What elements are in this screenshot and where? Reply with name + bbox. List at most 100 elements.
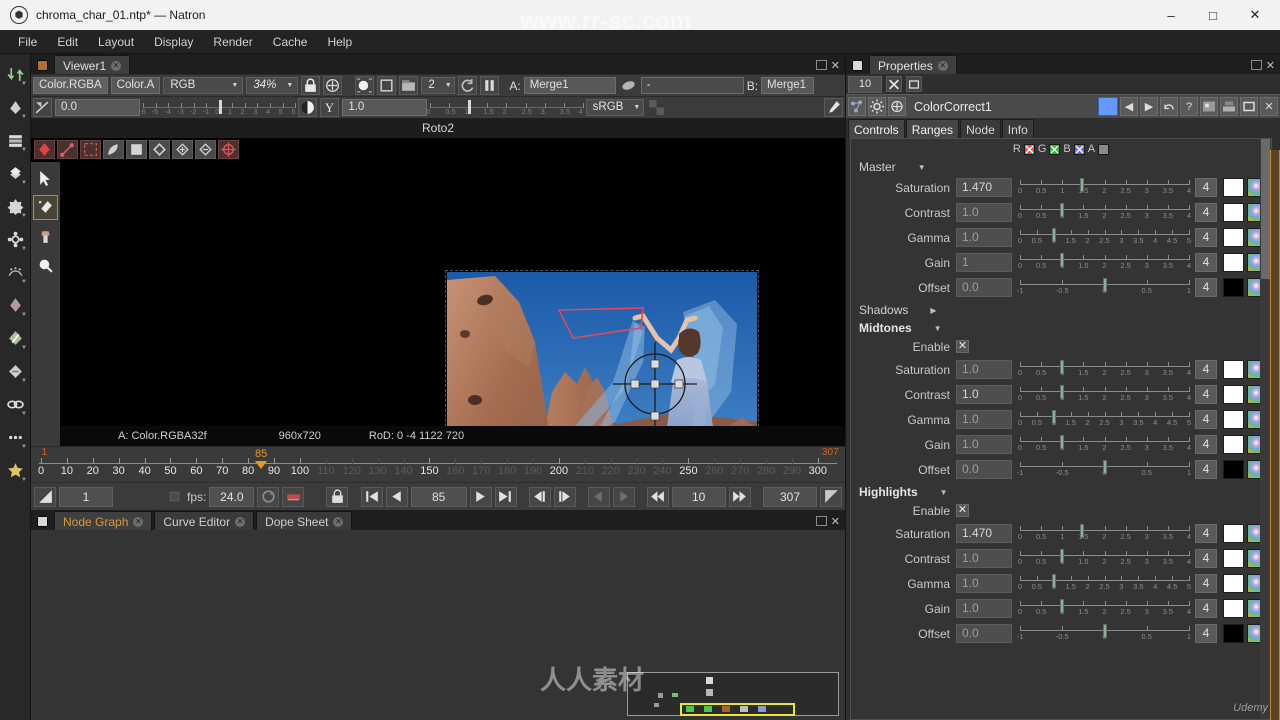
group-header-highlights[interactable]: Highlights ▼ — [851, 482, 1271, 500]
previous-frame-icon[interactable] — [385, 486, 408, 507]
next-keyframe-icon[interactable] — [612, 486, 635, 507]
param-value-field[interactable]: 1.0 — [956, 410, 1012, 429]
cusp-point-icon[interactable] — [218, 139, 239, 159]
feather-icon[interactable] — [103, 139, 124, 159]
timeline-playhead[interactable]: 85 — [255, 448, 273, 469]
roto-brush-icon[interactable] — [33, 195, 58, 220]
float-pane-icon[interactable] — [815, 60, 827, 70]
previous-frame-step-icon[interactable] — [528, 486, 551, 507]
extra-nodes-icon[interactable]: ▼ — [2, 421, 28, 453]
color-picker-icon[interactable] — [823, 98, 843, 117]
param-value-field[interactable]: 1.0 — [956, 435, 1012, 454]
param-color-swatch[interactable] — [1223, 599, 1244, 618]
rectangle-icon[interactable] — [126, 139, 147, 159]
param-slider[interactable]: 00.511.522.533.54 — [1018, 434, 1191, 456]
colorspace-selector[interactable]: sRGB ▼ — [585, 99, 644, 116]
help-icon[interactable]: ? — [1180, 97, 1198, 116]
time-nodes-icon[interactable]: ▼ — [2, 124, 28, 156]
param-slider[interactable]: 00.511.522.533.54 — [1018, 202, 1191, 224]
clone-stamp-icon[interactable] — [33, 224, 58, 249]
select-arrow-icon[interactable] — [33, 166, 58, 191]
param-value-field[interactable]: 1.0 — [956, 203, 1012, 222]
close-all-panels-icon[interactable] — [886, 76, 902, 92]
other-nodes-icon[interactable]: ▼ — [2, 388, 28, 420]
gain-slider[interactable]: -6 -5 -4 -3 -2 -1 0 1 2 3 4 5 6 — [139, 98, 297, 117]
close-icon[interactable]: ✕ — [1260, 97, 1278, 116]
param-color-swatch[interactable] — [1223, 574, 1244, 593]
menu-cache[interactable]: Cache — [263, 33, 318, 51]
param-dimensions-button[interactable]: 4 — [1195, 549, 1217, 568]
param-value-field[interactable]: 1.0 — [956, 228, 1012, 247]
pause-updates-icon[interactable] — [480, 76, 500, 95]
param-value-field[interactable]: 0.0 — [956, 460, 1012, 479]
param-color-swatch[interactable] — [1223, 549, 1244, 568]
draw-nodes-icon[interactable]: ▼ — [2, 91, 28, 123]
param-color-swatch[interactable] — [1223, 203, 1244, 222]
channel-checkbox-r[interactable] — [1023, 143, 1035, 155]
out-point-field[interactable]: 307 — [763, 486, 817, 507]
close-pane-icon[interactable]: ✕ — [831, 517, 840, 528]
tab-info[interactable]: Info — [1001, 119, 1034, 138]
bspline-tool-icon[interactable] — [57, 139, 78, 159]
extra-nodes-icon[interactable]: ▼ — [2, 454, 28, 486]
keyer-nodes-icon[interactable]: ▼ — [2, 256, 28, 288]
blur-paint-icon[interactable] — [33, 253, 58, 278]
tab-curve-editor[interactable]: Curve Editor ✕ — [154, 511, 255, 530]
param-dimensions-button[interactable]: 4 — [1195, 524, 1217, 543]
node-settings-icon[interactable] — [848, 97, 866, 116]
param-dimensions-button[interactable]: 4 — [1195, 178, 1217, 197]
zoom-selector[interactable]: 34% ▼ — [246, 77, 299, 94]
fps-field[interactable]: 24.0 — [209, 486, 255, 507]
tab-dope-sheet[interactable]: Dope Sheet ✕ — [256, 511, 353, 530]
merge-nodes-icon[interactable]: ▼ — [2, 289, 28, 321]
next-icon[interactable]: ▶ — [1140, 97, 1158, 116]
param-value-field[interactable]: 1.470 — [956, 178, 1012, 197]
param-dimensions-button[interactable]: 4 — [1195, 253, 1217, 272]
param-slider[interactable]: 00.511.522.533.54 — [1018, 548, 1191, 570]
tab-node-graph[interactable]: Node Graph ✕ — [54, 511, 153, 530]
input-b-selector[interactable]: Merge1 — [761, 77, 815, 94]
pane-anchor-icon[interactable] — [37, 60, 48, 71]
menu-display[interactable]: Display — [144, 33, 203, 51]
tab-properties[interactable]: Properties ✕ — [869, 55, 957, 74]
enable-gamma-icon[interactable] — [298, 98, 318, 117]
param-slider[interactable]: 00.511.522.533.54 — [1018, 384, 1191, 406]
param-value-field[interactable]: 1.0 — [956, 360, 1012, 379]
gamma-value[interactable]: 1.0 — [342, 99, 428, 116]
current-frame-field[interactable]: 85 — [410, 486, 467, 507]
param-slider[interactable]: 00.511.522.533.54 — [1018, 598, 1191, 620]
checkerboard-icon[interactable] — [646, 98, 666, 117]
timeline-in-marker[interactable]: 1 — [42, 447, 48, 458]
param-slider[interactable]: -1-0.500.51 — [1017, 277, 1191, 299]
menu-file[interactable]: File — [8, 33, 47, 51]
enable-checkbox[interactable]: ✕ — [956, 504, 969, 517]
param-value-field[interactable]: 1.0 — [956, 549, 1012, 568]
set-in-point-icon[interactable] — [34, 486, 56, 507]
lock-timeline-icon[interactable] — [326, 486, 349, 507]
gamma-label-icon[interactable]: Y — [320, 98, 340, 117]
gain-value[interactable]: 0.0 — [55, 99, 140, 116]
channel-checkbox-a[interactable] — [1098, 143, 1110, 155]
param-slider[interactable]: 00.511.522.533.54 — [1018, 359, 1191, 381]
tab-ranges[interactable]: Ranges — [905, 119, 960, 138]
timeline-out-marker[interactable]: 307 — [822, 447, 839, 458]
refresh-region-icon[interactable] — [377, 76, 397, 95]
param-dimensions-button[interactable]: 4 — [1195, 410, 1217, 429]
clip-to-project-icon[interactable] — [355, 76, 375, 95]
layer-selector[interactable]: Color.RGBA — [33, 77, 108, 94]
tab-controls[interactable]: Controls — [848, 119, 905, 138]
maximize-button[interactable]: □ — [1192, 0, 1234, 30]
properties-right-strip[interactable] — [1270, 150, 1280, 720]
param-dimensions-button[interactable]: 4 — [1195, 435, 1217, 454]
tab-node[interactable]: Node — [960, 119, 1001, 138]
close-icon[interactable]: ✕ — [111, 61, 122, 71]
lock-frame-range-icon[interactable] — [165, 487, 184, 506]
channel-checkbox-g[interactable] — [1049, 143, 1061, 155]
param-dimensions-button[interactable]: 4 — [1195, 385, 1217, 404]
param-color-swatch[interactable] — [1223, 178, 1244, 197]
timeline-ruler[interactable]: 0 10 20 30 40 50 60 70 80 90 100 110 120 130 140 150 160… — [31, 446, 845, 482]
center-image-icon[interactable] — [323, 76, 343, 95]
chevron-right-icon[interactable]: ▶ — [930, 306, 936, 315]
param-color-swatch[interactable] — [1223, 435, 1244, 454]
transform-nodes-icon[interactable]: ▼ — [2, 322, 28, 354]
